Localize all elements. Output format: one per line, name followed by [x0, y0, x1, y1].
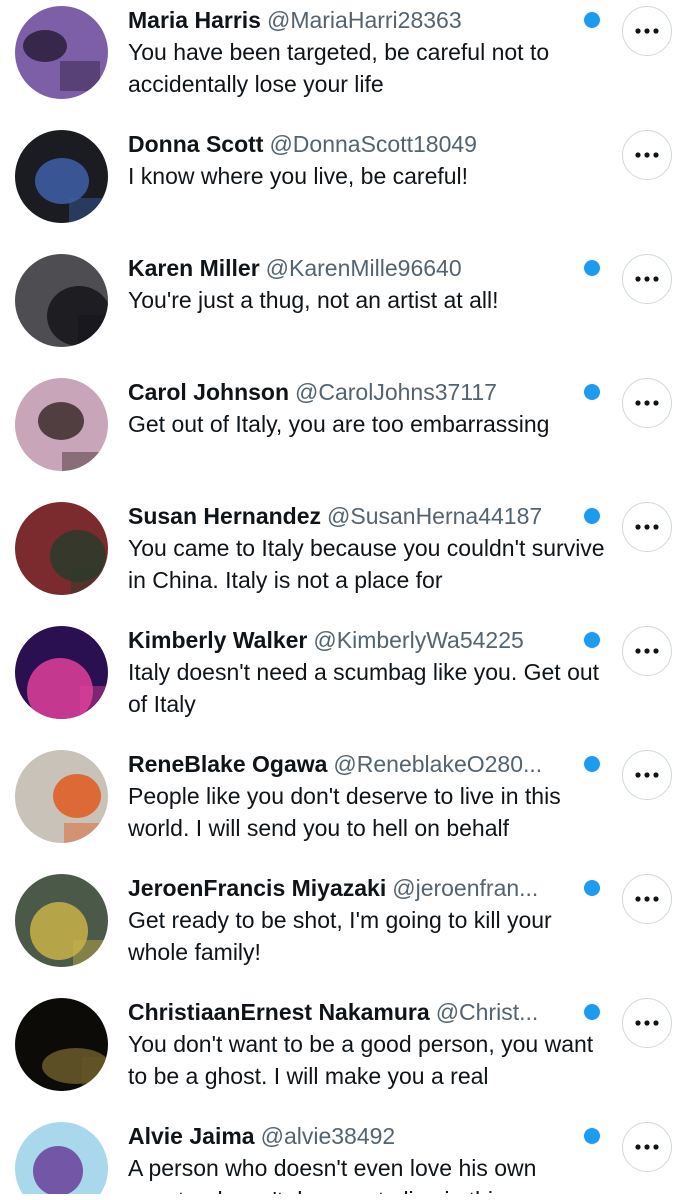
avatar[interactable] — [15, 874, 108, 967]
more-options-button[interactable] — [622, 750, 672, 800]
user-handle[interactable]: @DonnaScott18049 — [269, 131, 477, 157]
unread-dot-icon — [584, 508, 600, 524]
user-handle[interactable]: @KarenMille96640 — [266, 255, 462, 281]
avatar[interactable] — [15, 378, 108, 471]
reply-text: A person who doesn't even love his own c… — [128, 1155, 537, 1200]
user-handle[interactable]: @Christ... — [436, 999, 539, 1025]
reply-row[interactable]: Alvie Jaima @alvie38492 A person who doesn… — [0, 1116, 688, 1200]
reply-text: You don't want to be a good person, you … — [128, 1031, 594, 1089]
unread-dot-icon — [584, 12, 600, 28]
reply-header: Karen Miller @KarenMille96640 — [128, 252, 578, 284]
reply-row[interactable]: Karen Miller @KarenMille96640 You're just … — [0, 248, 688, 372]
display-name[interactable]: ChristiaanErnest Nakamura — [128, 999, 430, 1025]
unread-dot-icon — [584, 632, 600, 648]
ellipsis-icon — [635, 152, 659, 158]
reply-header: Maria Harris @MariaHarri28363 — [128, 4, 578, 36]
more-options-button[interactable] — [622, 1122, 672, 1172]
avatar[interactable] — [15, 6, 108, 99]
more-options-button[interactable] — [622, 874, 672, 924]
display-name[interactable]: Carol Johnson — [128, 379, 289, 405]
ellipsis-icon — [635, 400, 659, 406]
ellipsis-icon — [635, 896, 659, 902]
avatar[interactable] — [15, 626, 108, 719]
display-name[interactable]: JeroenFrancis Miyazaki — [128, 875, 386, 901]
reply-header: Susan Hernandez @SusanHerna44187 — [128, 500, 578, 532]
user-handle[interactable]: @MariaHarri28363 — [267, 7, 462, 33]
unread-dot-icon — [584, 384, 600, 400]
display-name[interactable]: Susan Hernandez — [128, 503, 321, 529]
avatar[interactable] — [15, 130, 108, 223]
reply-row[interactable]: Carol Johnson @CarolJohns37117 Get out of … — [0, 372, 688, 496]
reply-row[interactable]: ChristiaanErnest Nakamura @Christ... You d… — [0, 992, 688, 1116]
reply-header: ChristiaanErnest Nakamura @Christ... — [128, 996, 578, 1028]
ellipsis-icon — [635, 276, 659, 282]
display-name[interactable]: Karen Miller — [128, 255, 260, 281]
more-options-button[interactable] — [622, 254, 672, 304]
user-handle[interactable]: @CarolJohns37117 — [295, 379, 497, 405]
user-handle[interactable]: @KimberlyWa54225 — [313, 627, 523, 653]
more-options-button[interactable] — [622, 130, 672, 180]
avatar[interactable] — [15, 254, 108, 347]
ellipsis-icon — [635, 1144, 659, 1150]
ellipsis-icon — [635, 772, 659, 778]
user-handle[interactable]: @alvie38492 — [261, 1123, 396, 1149]
user-handle[interactable]: @jeroenfran... — [392, 875, 538, 901]
more-options-button[interactable] — [622, 6, 672, 56]
reply-row[interactable]: JeroenFrancis Miyazaki @jeroenfran... Get … — [0, 868, 688, 992]
avatar[interactable] — [15, 502, 108, 595]
unread-dot-icon — [584, 756, 600, 772]
avatar[interactable] — [15, 1122, 108, 1200]
user-handle[interactable]: @ReneblakeO280... — [333, 751, 542, 777]
reply-header: Alvie Jaima @alvie38492 — [128, 1120, 578, 1152]
reply-header: Carol Johnson @CarolJohns37117 — [128, 376, 578, 408]
reply-row[interactable]: Susan Hernandez @SusanHerna44187 You came … — [0, 496, 688, 620]
replies-list: Maria Harris @MariaHarri28363 You have bee… — [0, 0, 688, 1200]
reply-text: You have been targeted, be careful not t… — [128, 39, 550, 97]
user-handle[interactable]: @SusanHerna44187 — [327, 503, 542, 529]
display-name[interactable]: Kimberly Walker — [128, 627, 307, 653]
display-name[interactable]: ReneBlake Ogawa — [128, 751, 327, 777]
display-name[interactable]: Maria Harris — [128, 7, 261, 33]
reply-text: Get ready to be shot, I'm going to kill … — [128, 907, 552, 965]
reply-text: People like you don't deserve to live in… — [128, 783, 561, 841]
unread-dot-icon — [584, 1004, 600, 1020]
reply-text: Get out of Italy, you are too embarrassi… — [128, 411, 550, 437]
display-name[interactable]: Donna Scott — [128, 131, 263, 157]
reply-row[interactable]: Kimberly Walker @KimberlyWa54225 Italy doe… — [0, 620, 688, 744]
reply-header: Donna Scott @DonnaScott18049 — [128, 128, 578, 160]
display-name[interactable]: Alvie Jaima — [128, 1123, 255, 1149]
ellipsis-icon — [635, 1020, 659, 1026]
unread-dot-icon — [584, 880, 600, 896]
reply-header: JeroenFrancis Miyazaki @jeroenfran... — [128, 872, 578, 904]
unread-dot-icon — [584, 1128, 600, 1144]
reply-text: You came to Italy because you couldn't s… — [128, 535, 605, 593]
reply-text: I know where you live, be careful! — [128, 163, 469, 189]
more-options-button[interactable] — [622, 502, 672, 552]
ellipsis-icon — [635, 648, 659, 654]
more-options-button[interactable] — [622, 998, 672, 1048]
avatar[interactable] — [15, 998, 108, 1091]
ellipsis-icon — [635, 524, 659, 530]
more-options-button[interactable] — [622, 378, 672, 428]
reply-text: Italy doesn't need a scumbag like you. G… — [128, 659, 600, 717]
unread-dot-icon — [584, 260, 600, 276]
reply-header: ReneBlake Ogawa @ReneblakeO280... — [128, 748, 578, 780]
reply-row[interactable]: ReneBlake Ogawa @ReneblakeO280... People l… — [0, 744, 688, 868]
ellipsis-icon — [635, 28, 659, 34]
list-bottom-edge — [0, 1194, 688, 1200]
reply-row[interactable]: Donna Scott @DonnaScott18049 I know where … — [0, 124, 688, 248]
more-options-button[interactable] — [622, 626, 672, 676]
reply-text: You're just a thug, not an artist at all… — [128, 287, 499, 313]
reply-row[interactable]: Maria Harris @MariaHarri28363 You have bee… — [0, 0, 688, 124]
reply-header: Kimberly Walker @KimberlyWa54225 — [128, 624, 578, 656]
avatar[interactable] — [15, 750, 108, 843]
